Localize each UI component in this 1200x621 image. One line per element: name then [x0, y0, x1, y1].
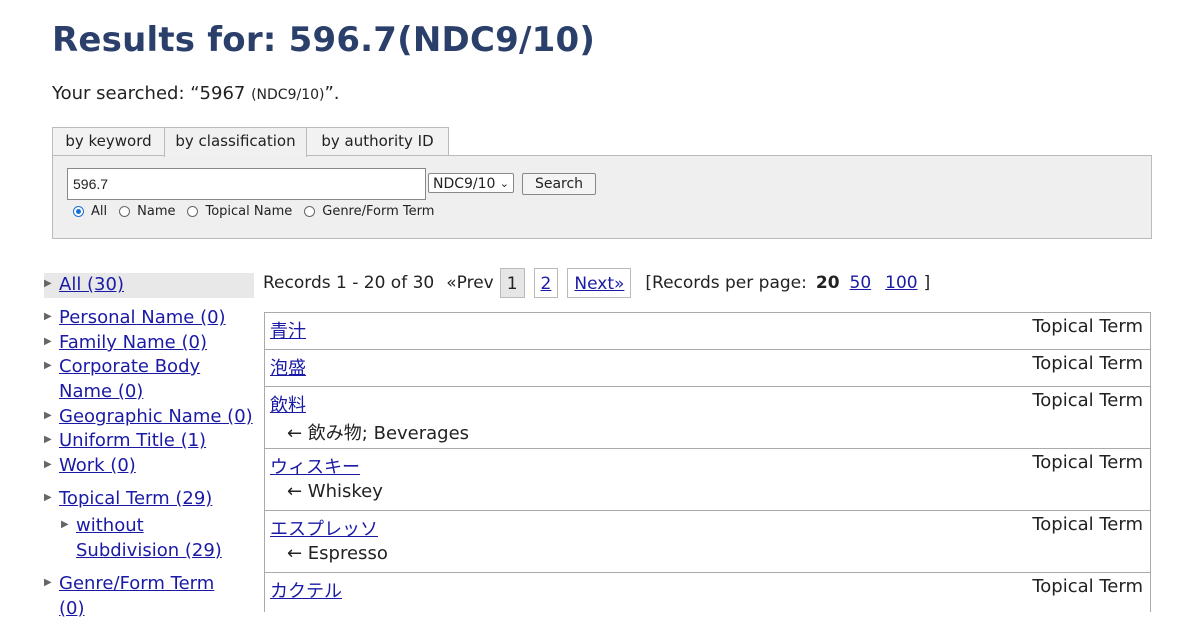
records-count: Records 1 - 20 of 30 — [263, 273, 434, 293]
facet-link[interactable]: Name (0) — [59, 380, 200, 405]
type-radio-group: All Name Topical Name Genre/Form Term — [73, 204, 446, 219]
tab-by-authority-id[interactable]: by authority ID — [306, 127, 449, 155]
facet-link[interactable]: Work (0) — [59, 454, 136, 479]
per-page-current: 20 — [816, 273, 840, 293]
facet-uniform-title[interactable]: ▶ Uniform Title (1) — [44, 429, 206, 454]
result-type: Topical Term — [1032, 514, 1143, 535]
facet-link[interactable]: (0) — [59, 597, 214, 621]
facet-link[interactable]: Topical Term (29) — [59, 487, 212, 512]
search-button[interactable]: Search — [522, 173, 596, 195]
classification-search-input[interactable]: 596.7 — [67, 168, 426, 200]
facet-topical-term[interactable]: ▶ Topical Term (29) — [44, 487, 212, 512]
facet-link[interactable]: Genre/Form Term — [59, 572, 214, 597]
result-heading-link[interactable]: ウィスキー — [270, 457, 360, 478]
facet-link[interactable]: Geographic Name (0) — [59, 405, 253, 430]
result-heading-link[interactable]: 飲料 — [270, 395, 306, 416]
facet-link[interactable]: Subdivision (29) — [76, 539, 222, 564]
results-list: 青汁 Topical Term 泡盛 Topical Term 飲料 Topic… — [264, 312, 1151, 612]
triangle-right-icon: ▶ — [44, 454, 59, 479]
see-reference: ← Whiskey — [270, 481, 1144, 502]
see-reference: ← 飲み物; Beverages — [270, 419, 1144, 445]
radio-unchecked-icon[interactable] — [187, 206, 198, 217]
facet-link[interactable]: Family Name (0) — [59, 331, 207, 356]
result-row: ウィスキー Topical Term ← Whiskey — [264, 448, 1151, 510]
page-1: 1 — [500, 268, 525, 298]
result-row: エスプレッソ Topical Term ← Espresso — [264, 510, 1151, 572]
triangle-right-icon: ▶ — [61, 514, 76, 563]
result-type: Topical Term — [1032, 576, 1143, 597]
chevron-down-icon: ⌄ — [500, 174, 509, 194]
result-row: カクテル Topical Term — [264, 572, 1151, 612]
result-heading-link[interactable]: 青汁 — [270, 321, 306, 342]
result-row: 飲料 Topical Term ← 飲み物; Beverages — [264, 386, 1151, 448]
see-reference: ← Espresso — [270, 543, 1144, 564]
result-heading-link[interactable]: エスプレッソ — [270, 519, 378, 540]
facet-link[interactable]: Uniform Title (1) — [59, 429, 206, 454]
facet-corporate-body-name[interactable]: ▶ Corporate Body Name (0) — [44, 355, 200, 404]
search-panel: 596.7 NDC9/10 ⌄ Search All Name Topical … — [52, 155, 1152, 239]
triangle-right-icon: ▶ — [44, 572, 59, 621]
facet-link[interactable]: without — [76, 514, 222, 539]
facet-genre-form-term[interactable]: ▶ Genre/Form Term (0) — [44, 572, 214, 621]
per-page-close: ] — [924, 273, 931, 293]
per-page-50-link[interactable]: 50 — [850, 273, 872, 293]
result-type: Topical Term — [1032, 316, 1143, 337]
triangle-right-icon: ▶ — [44, 487, 59, 512]
radio-unchecked-icon[interactable] — [119, 206, 130, 217]
result-row: 青汁 Topical Term — [264, 312, 1151, 349]
next-link[interactable]: Next» — [574, 274, 624, 294]
facet-geographic-name[interactable]: ▶ Geographic Name (0) — [44, 405, 253, 430]
page-2-link[interactable]: 2 — [541, 274, 552, 294]
result-type: Topical Term — [1032, 353, 1143, 374]
radio-name[interactable]: Name — [119, 204, 175, 219]
triangle-right-icon: ▶ — [44, 355, 59, 404]
scheme-select[interactable]: NDC9/10 ⌄ — [428, 173, 514, 193]
radio-all[interactable]: All — [73, 204, 107, 219]
facet-all[interactable]: ▶ All (30) — [44, 273, 254, 298]
result-heading-link[interactable]: 泡盛 — [270, 358, 306, 379]
pagination-bar: Records 1 - 20 of 30 «Prev 1 2 Next» [Re… — [263, 267, 930, 299]
radio-unchecked-icon[interactable] — [304, 206, 315, 217]
page-title: Results for: 596.7(NDC9/10) — [52, 20, 595, 60]
radio-checked-icon[interactable] — [73, 206, 84, 217]
result-heading-link[interactable]: カクテル — [270, 581, 342, 602]
triangle-right-icon: ▶ — [44, 405, 59, 430]
tab-by-keyword[interactable]: by keyword — [52, 127, 165, 155]
triangle-right-icon: ▶ — [44, 306, 59, 331]
facet-personal-name[interactable]: ▶ Personal Name (0) — [44, 306, 226, 331]
facet-link[interactable]: All (30) — [59, 273, 124, 298]
prev-link: «Prev — [446, 273, 494, 293]
facet-link[interactable]: Corporate Body — [59, 355, 200, 380]
triangle-right-icon: ▶ — [44, 273, 59, 298]
triangle-right-icon: ▶ — [44, 331, 59, 356]
radio-genre-form-term[interactable]: Genre/Form Term — [304, 204, 434, 219]
facet-work[interactable]: ▶ Work (0) — [44, 454, 136, 479]
radio-topical-name[interactable]: Topical Name — [187, 204, 292, 219]
triangle-right-icon: ▶ — [44, 429, 59, 454]
search-tabs: by keyword by classification by authorit… — [52, 127, 448, 156]
result-row: 泡盛 Topical Term — [264, 349, 1151, 386]
facet-without-subdivision[interactable]: ▶ without Subdivision (29) — [61, 514, 222, 563]
per-page-100-link[interactable]: 100 — [885, 273, 917, 293]
facet-family-name[interactable]: ▶ Family Name (0) — [44, 331, 207, 356]
tab-by-classification[interactable]: by classification — [164, 127, 307, 157]
facet-link[interactable]: Personal Name (0) — [59, 306, 226, 331]
result-type: Topical Term — [1032, 452, 1143, 473]
per-page-label: [Records per page: — [645, 273, 806, 293]
searched-query-text: Your searched: “5967 (NDC9/10)”. — [52, 83, 340, 104]
result-type: Topical Term — [1032, 390, 1143, 411]
